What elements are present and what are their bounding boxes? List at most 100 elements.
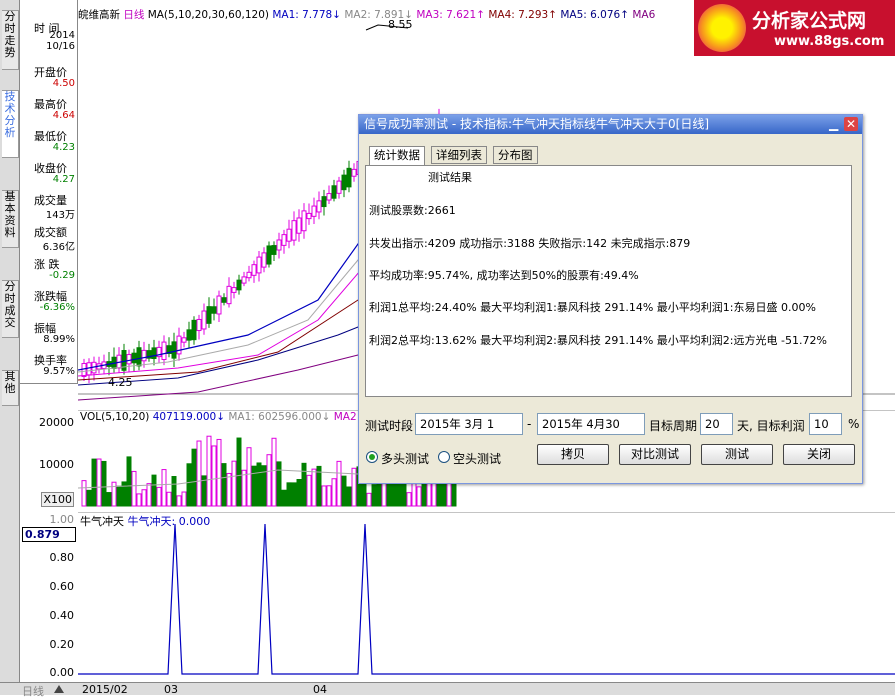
volume-bar bbox=[416, 486, 422, 507]
candle-body bbox=[341, 174, 347, 191]
candle-body bbox=[266, 245, 272, 265]
target-profit-input[interactable]: 10 bbox=[809, 413, 842, 435]
volume-bar bbox=[331, 478, 337, 507]
vol-legend: VOL(5,10,20) 407119.000↓ MA1: 602596.000… bbox=[80, 411, 357, 423]
tab-detail-list[interactable]: 详细列表 bbox=[431, 146, 487, 164]
high-marker: 8.55 bbox=[388, 18, 413, 31]
info-value-0: 2014 10/16 bbox=[46, 30, 75, 52]
info-value-4: 4.27 bbox=[52, 174, 75, 185]
candle-body bbox=[211, 306, 217, 314]
compare-test-button[interactable]: 对比测试 bbox=[619, 444, 691, 465]
volume-bar bbox=[171, 476, 177, 507]
volume-bar bbox=[371, 484, 377, 507]
period-up-icon[interactable] bbox=[54, 685, 64, 693]
candle-body bbox=[271, 245, 277, 255]
ma-legend: 皖维高新 日线 MA(5,10,20,30,60,120) MA1: 7.778… bbox=[78, 7, 655, 22]
target-period-input[interactable]: 20 bbox=[700, 413, 733, 435]
candle-body bbox=[181, 337, 187, 343]
volume-bar bbox=[251, 465, 257, 507]
volume-bar bbox=[156, 486, 162, 507]
ma3-value: MA3: 7.621↑ bbox=[416, 9, 485, 21]
volume-bar bbox=[286, 482, 292, 507]
long-test-label[interactable]: 多头测试 bbox=[381, 450, 429, 467]
close-button[interactable]: 关闭 bbox=[783, 444, 855, 465]
volume-bar bbox=[121, 481, 127, 507]
candle-body bbox=[276, 239, 282, 251]
candle-body bbox=[161, 341, 167, 361]
period-selector[interactable]: 日线 bbox=[22, 683, 44, 699]
ind-axis-040: 0.40 bbox=[49, 609, 75, 622]
date-axis: 日线 2015/02 03 04 bbox=[0, 682, 895, 698]
candle-body bbox=[141, 349, 147, 362]
candle-body bbox=[311, 205, 317, 217]
volume-bar bbox=[236, 437, 242, 507]
volume-bar bbox=[341, 475, 347, 507]
long-test-radio[interactable] bbox=[366, 451, 378, 463]
result-line-profit2: 利润2总平均:13.62% 最大平均利润2:暴风科技 291.14% 最小平均利… bbox=[369, 334, 827, 347]
percent-sign: % bbox=[848, 417, 860, 431]
end-date-picker[interactable]: 2015年 4月30 bbox=[537, 413, 645, 435]
period-label: 日线 bbox=[123, 9, 145, 21]
dialog-title[interactable]: 信号成功率测试 - 技术指标:牛气冲天指标线牛气冲天大于0[日线] bbox=[359, 115, 862, 134]
candle-body bbox=[171, 341, 177, 359]
candle-body bbox=[316, 200, 322, 213]
candle-body bbox=[196, 318, 202, 332]
low-marker: 4.25 bbox=[108, 376, 133, 389]
volume-bar bbox=[81, 480, 87, 507]
indicator-line bbox=[78, 523, 895, 675]
ind-value: 牛气冲天: 0.000 bbox=[127, 515, 211, 528]
volume-bar bbox=[321, 485, 327, 507]
volume-bar bbox=[306, 474, 312, 507]
candle-body bbox=[286, 228, 292, 242]
candle-body bbox=[321, 196, 327, 208]
volume-bar bbox=[256, 462, 262, 507]
short-test-label[interactable]: 空头测试 bbox=[453, 450, 501, 467]
tab-distribution[interactable]: 分布图 bbox=[493, 146, 538, 164]
candle-body bbox=[206, 306, 212, 324]
volume-bar bbox=[336, 460, 342, 507]
tab-technical[interactable]: 技术分析 bbox=[2, 90, 19, 158]
candle-body bbox=[191, 319, 197, 341]
tab-intraday[interactable]: 分时走势 bbox=[2, 10, 19, 70]
watermark-logo: 分析家公式网 www.88gs.com bbox=[694, 0, 895, 56]
info-value-5: 143万 bbox=[45, 210, 75, 221]
tab-statistics[interactable]: 统计数据 bbox=[369, 146, 425, 165]
tab-fundamentals[interactable]: 基本资料 bbox=[2, 190, 19, 248]
volume-bar bbox=[116, 485, 122, 507]
copy-button[interactable]: 拷贝 bbox=[537, 444, 609, 465]
ind-legend: 牛气冲天 牛气冲天: 0.000 bbox=[80, 513, 210, 529]
close-icon[interactable]: ✕ bbox=[844, 117, 858, 131]
ma-spec: MA(5,10,20,30,60,120) bbox=[147, 9, 269, 21]
candle-body bbox=[346, 167, 352, 188]
volume-bar bbox=[176, 495, 182, 507]
info-value-8: -6.36% bbox=[39, 302, 75, 313]
minimize-icon[interactable]: ▁ bbox=[829, 118, 841, 130]
volume-bar bbox=[111, 481, 117, 507]
target-profit-label: 天, 目标利润 bbox=[737, 419, 805, 433]
start-date-picker[interactable]: 2015年 3月 1 bbox=[415, 413, 523, 435]
candle-body bbox=[81, 363, 87, 377]
candle-body bbox=[136, 347, 142, 367]
volume-bar bbox=[151, 474, 157, 507]
candle-body bbox=[336, 180, 342, 194]
volume-bar bbox=[326, 485, 332, 507]
candle-body bbox=[131, 352, 137, 364]
candle-body bbox=[306, 212, 312, 220]
vol-unit: X100 bbox=[41, 492, 74, 507]
ind-axis-000: 0.00 bbox=[49, 666, 75, 679]
test-button[interactable]: 测试 bbox=[701, 444, 773, 465]
volume-bar bbox=[276, 461, 282, 507]
volume-bar bbox=[246, 447, 252, 507]
indicator-chart[interactable] bbox=[78, 512, 895, 682]
short-test-radio[interactable] bbox=[438, 451, 450, 463]
ma1-value: MA1: 7.778↓ bbox=[272, 9, 341, 21]
lower-axis-panel: 20000 10000 X100 1.00 0.879 0.80 0.60 0.… bbox=[20, 410, 78, 682]
date-tick-2: 03 bbox=[164, 683, 178, 696]
tab-ticks[interactable]: 分时成交 bbox=[2, 280, 19, 338]
tab-other[interactable]: 其他 bbox=[2, 370, 19, 406]
quote-info-panel: 时 间 2014 10/16 开盘价 4.50 最高价 4.64 最低价 4.23 收盘价 4.2… bbox=[20, 0, 78, 384]
volume-bar bbox=[221, 463, 227, 507]
volume-bar bbox=[241, 469, 247, 507]
info-value-2: 4.64 bbox=[52, 110, 75, 121]
result-title: 测试结果 bbox=[428, 171, 472, 184]
